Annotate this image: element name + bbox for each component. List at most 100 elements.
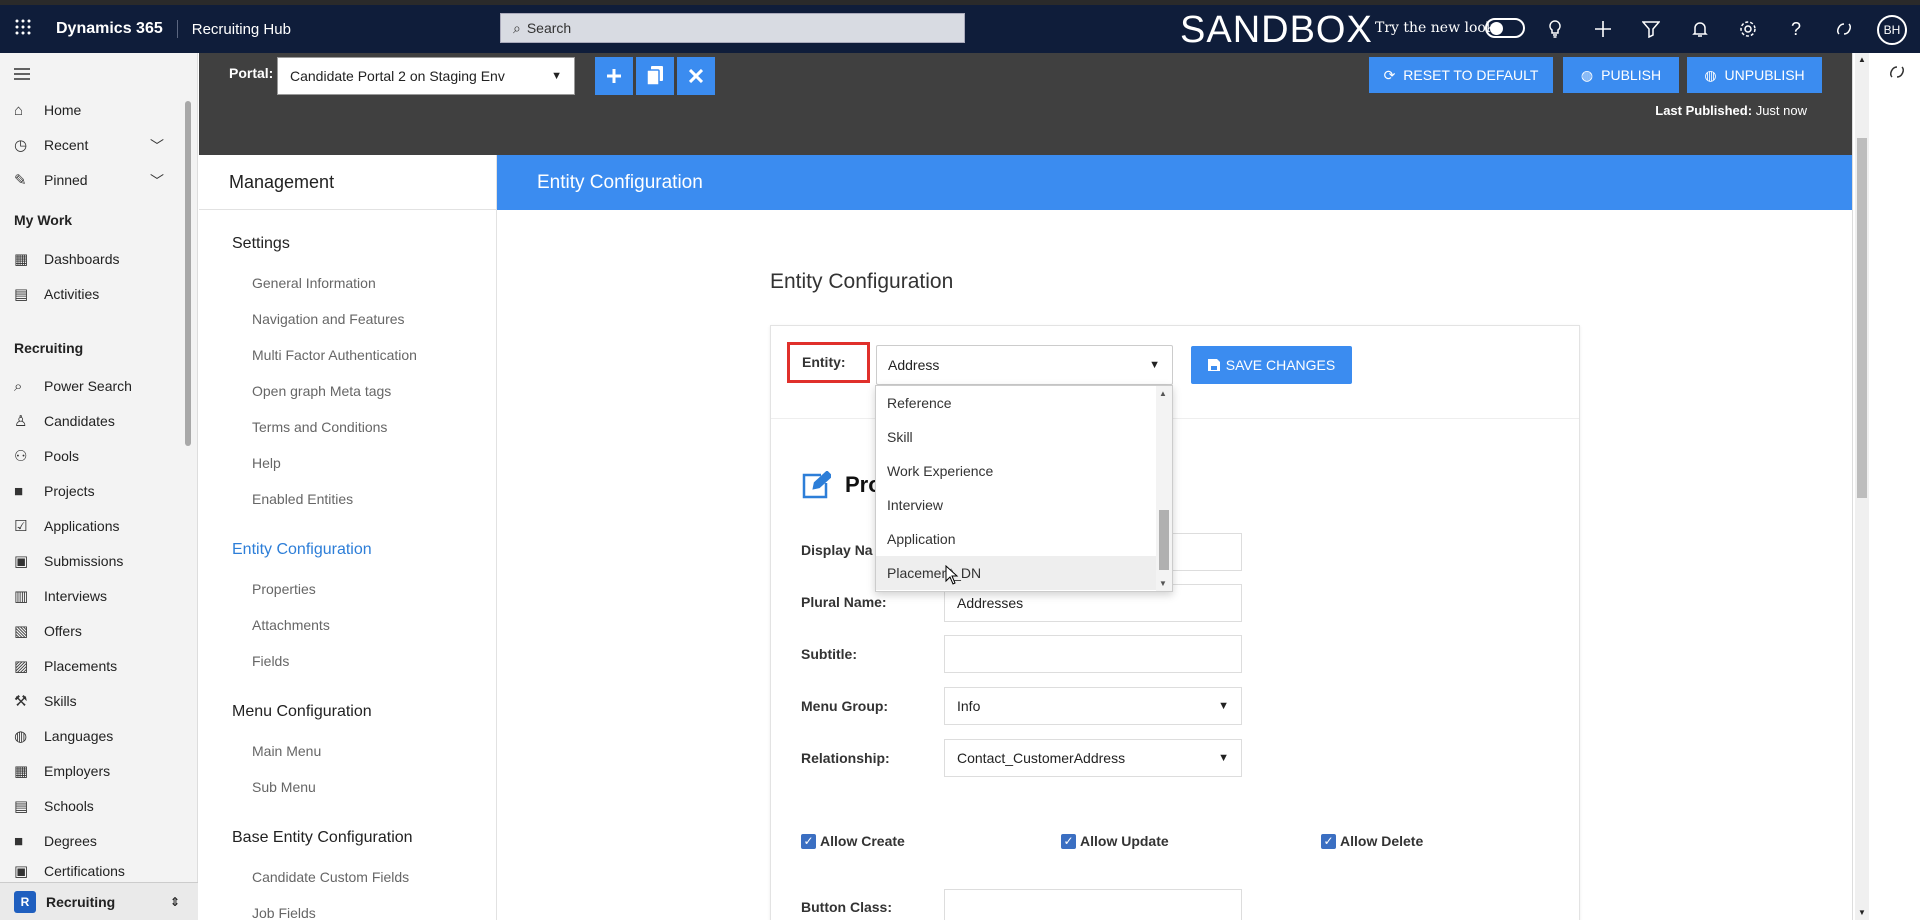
- lightbulb-icon[interactable]: [1541, 15, 1569, 43]
- settings-section[interactable]: Settings: [232, 235, 290, 253]
- settings-navigation-features[interactable]: Navigation and Features: [252, 311, 405, 327]
- nav-submissions[interactable]: ▣ Submissions: [14, 550, 123, 572]
- allow-delete-checkbox[interactable]: ✓ Allow Delete: [1321, 833, 1423, 849]
- entity-fields[interactable]: Fields: [252, 653, 289, 669]
- scroll-down-arrow-icon[interactable]: ▼: [1159, 579, 1167, 588]
- save-changes-button[interactable]: SAVE CHANGES: [1191, 346, 1352, 384]
- settings-help[interactable]: Help: [252, 455, 281, 471]
- nav-employers[interactable]: ▦ Employers: [14, 760, 110, 782]
- add-portal-button[interactable]: [595, 57, 633, 95]
- copilot-icon[interactable]: [1830, 15, 1858, 43]
- app-name[interactable]: Recruiting Hub: [178, 21, 492, 38]
- unpublish-button[interactable]: ◍ UNPUBLISH: [1687, 57, 1822, 93]
- dropdown-option-reference[interactable]: Reference: [876, 386, 1158, 420]
- dropdown-option-skill[interactable]: Skill: [876, 420, 1158, 454]
- page-scrollbar-thumb[interactable]: [1857, 138, 1867, 498]
- nav-activities[interactable]: ▤ Activities: [14, 283, 99, 305]
- brand-title[interactable]: Dynamics 365: [46, 20, 178, 38]
- nav-skills[interactable]: ⚒ Skills: [14, 690, 77, 712]
- entity-select[interactable]: Address ▼: [876, 345, 1173, 385]
- button-class-input[interactable]: [944, 889, 1242, 920]
- candidate-custom-fields-item[interactable]: Candidate Custom Fields: [252, 869, 409, 885]
- settings-terms[interactable]: Terms and Conditions: [252, 419, 387, 435]
- scroll-down-arrow-icon[interactable]: ▼: [1858, 908, 1866, 917]
- refresh-icon: ⟳: [1383, 66, 1396, 83]
- portal-select[interactable]: Candidate Portal 2 on Staging Env ▼: [277, 57, 575, 95]
- allow-create-checkbox[interactable]: ✓ Allow Create: [801, 833, 905, 849]
- bell-icon[interactable]: [1686, 15, 1714, 43]
- user-avatar[interactable]: BH: [1877, 15, 1907, 45]
- nav-home-label: Home: [44, 102, 82, 118]
- nav-scrollbar[interactable]: [185, 101, 191, 446]
- nav-home[interactable]: ⌂ Home: [14, 99, 81, 121]
- help-icon[interactable]: ?: [1782, 15, 1810, 43]
- try-new-look-label: Try the new look: [1375, 20, 1495, 36]
- page-scrollbar[interactable]: ▲ ▼: [1855, 53, 1869, 920]
- nav-power-search[interactable]: ⌕ Power Search: [14, 375, 132, 397]
- copilot-icon[interactable]: [1888, 63, 1906, 86]
- entity-attachments[interactable]: Attachments: [252, 617, 330, 633]
- dropdown-option-interview[interactable]: Interview: [876, 488, 1158, 522]
- globe-icon: ◍: [1704, 66, 1717, 83]
- relationship-select[interactable]: Contact_CustomerAddress ▼: [944, 739, 1242, 777]
- nav-dashboards[interactable]: ▦ Dashboards: [14, 248, 120, 270]
- dropdown-option-application[interactable]: Application: [876, 522, 1158, 556]
- entity-configuration-section[interactable]: Entity Configuration: [232, 541, 372, 559]
- scroll-up-arrow-icon[interactable]: ▲: [1159, 389, 1167, 398]
- hamburger-menu-icon[interactable]: [14, 63, 30, 85]
- nav-label: Candidates: [44, 413, 115, 429]
- nav-projects[interactable]: ■ Projects: [14, 480, 95, 502]
- reset-label: RESET TO DEFAULT: [1403, 67, 1539, 83]
- menu-configuration-section[interactable]: Menu Configuration: [232, 703, 372, 721]
- settings-mfa[interactable]: Multi Factor Authentication: [252, 347, 417, 363]
- delete-portal-button[interactable]: [677, 57, 715, 95]
- dropdown-option-work-experience[interactable]: Work Experience: [876, 454, 1158, 488]
- nav-pools[interactable]: ⚇ Pools: [14, 445, 79, 467]
- base-entity-configuration-section[interactable]: Base Entity Configuration: [232, 829, 413, 847]
- main-menu-item[interactable]: Main Menu: [252, 743, 321, 759]
- nav-certifications[interactable]: ▣ Certifications: [14, 864, 125, 878]
- nav-languages[interactable]: ◍ Languages: [14, 725, 113, 747]
- building-icon: ▦: [14, 763, 29, 780]
- publish-button[interactable]: ◍ PUBLISH: [1563, 57, 1679, 93]
- reset-to-default-button[interactable]: ⟳ RESET TO DEFAULT: [1369, 57, 1553, 93]
- caret-down-icon: ▼: [1218, 700, 1229, 712]
- gear-icon[interactable]: [1734, 15, 1762, 43]
- chevron-down-icon[interactable]: ﹀: [150, 136, 164, 156]
- nav-placements[interactable]: ▨ Placements: [14, 655, 117, 677]
- copy-portal-button[interactable]: [636, 57, 674, 95]
- global-search-input[interactable]: ⌕ Search: [500, 13, 965, 43]
- sub-menu-item[interactable]: Sub Menu: [252, 779, 316, 795]
- dropdown-option-placement-dn[interactable]: Placement_DN: [876, 556, 1158, 590]
- settings-open-graph[interactable]: Open graph Meta tags: [252, 383, 391, 399]
- entity-properties[interactable]: Properties: [252, 581, 316, 597]
- area-switcher[interactable]: R Recruiting ⇕: [0, 882, 198, 920]
- nav-candidates[interactable]: ♙ Candidates: [14, 410, 115, 432]
- card-icon: ▣: [14, 553, 29, 570]
- nav-applications[interactable]: ☑ Applications: [14, 515, 120, 537]
- settings-enabled-entities[interactable]: Enabled Entities: [252, 491, 353, 507]
- job-fields-item[interactable]: Job Fields: [252, 905, 316, 920]
- nav-degrees[interactable]: ■ Degrees: [14, 830, 97, 852]
- nav-interviews[interactable]: ▥ Interviews: [14, 585, 107, 607]
- nav-recent[interactable]: ◷ Recent: [14, 134, 88, 156]
- search-icon: ⌕: [14, 377, 23, 395]
- settings-general-information[interactable]: General Information: [252, 275, 376, 291]
- dropdown-scrollbar-thumb[interactable]: [1159, 510, 1169, 570]
- nav-label: Skills: [44, 693, 77, 709]
- filter-icon[interactable]: [1637, 15, 1665, 43]
- new-look-toggle[interactable]: [1485, 18, 1525, 38]
- plus-icon[interactable]: [1589, 15, 1617, 43]
- dropdown-scrollbar[interactable]: ▲ ▼: [1156, 386, 1172, 591]
- nav-offers[interactable]: ▧ Offers: [14, 620, 82, 642]
- chevron-down-icon[interactable]: ﹀: [150, 171, 164, 191]
- menu-group-select[interactable]: Info ▼: [944, 687, 1242, 725]
- publish-label: PUBLISH: [1601, 67, 1662, 83]
- nav-dashboards-label: Dashboards: [44, 251, 120, 267]
- app-launcher-icon[interactable]: [0, 18, 46, 41]
- nav-schools[interactable]: ▤ Schools: [14, 795, 94, 817]
- nav-pinned[interactable]: ✎ Pinned: [14, 169, 88, 191]
- allow-update-checkbox[interactable]: ✓ Allow Update: [1061, 833, 1169, 849]
- subtitle-input[interactable]: [944, 635, 1242, 673]
- scroll-up-arrow-icon[interactable]: ▲: [1858, 55, 1866, 64]
